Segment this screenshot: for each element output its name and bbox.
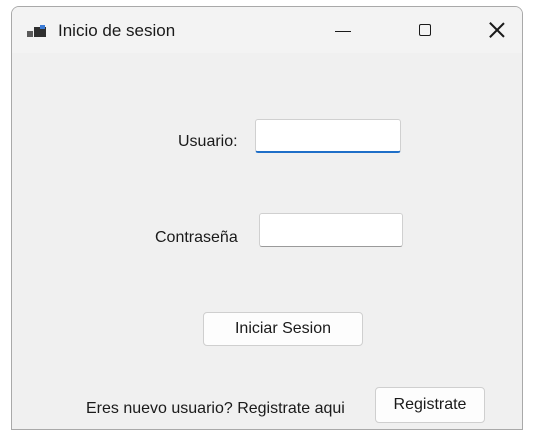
password-label: Contraseña (155, 229, 238, 246)
username-label: Usuario: (178, 133, 238, 150)
maximize-icon (419, 24, 431, 36)
window-title: Inicio de sesion (58, 21, 176, 40)
username-input[interactable] (255, 119, 401, 153)
login-window: Inicio de sesion Usuario: Contraseña Ini… (11, 6, 523, 430)
register-button[interactable]: Registrate (375, 387, 485, 423)
register-prompt: Eres nuevo usuario? Registrate aqui (86, 400, 345, 417)
password-input[interactable] (259, 213, 403, 247)
login-button[interactable]: Iniciar Sesion (203, 312, 363, 346)
maximize-button[interactable] (402, 7, 448, 53)
minimize-icon (335, 30, 351, 32)
app-window-icon (27, 25, 47, 39)
title-bar[interactable]: Inicio de sesion (12, 7, 522, 53)
minimize-button[interactable] (320, 7, 366, 53)
close-button[interactable] (474, 7, 520, 53)
close-icon (489, 22, 505, 38)
